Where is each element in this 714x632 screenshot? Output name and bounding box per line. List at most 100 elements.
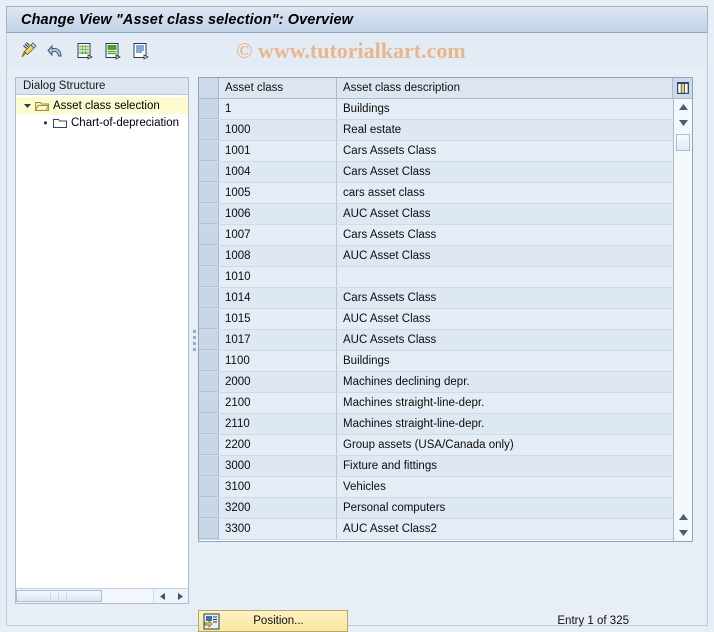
cell-asset-class[interactable]: 1100 (219, 351, 337, 371)
table-row[interactable]: 1000 Real estate (199, 120, 673, 141)
row-selector-cell[interactable] (199, 519, 219, 539)
cell-asset-class-description[interactable]: Machines straight-line-depr. (337, 414, 673, 434)
row-selector-cell[interactable] (199, 225, 219, 245)
cell-asset-class-description[interactable]: AUC Asset Class (337, 204, 673, 224)
cell-asset-class[interactable]: 3200 (219, 498, 337, 518)
edit-pencil-icon[interactable] (17, 39, 41, 63)
table-row[interactable]: 1 Buildings (199, 99, 673, 120)
table-row[interactable]: 1007 Cars Assets Class (199, 225, 673, 246)
row-selector-cell[interactable] (199, 246, 219, 266)
sidebar-scroll-left-arrow[interactable] (154, 589, 171, 603)
position-button[interactable]: Position... (198, 610, 348, 632)
panel-splitter[interactable] (190, 77, 198, 604)
table-row[interactable]: 2000 Machines declining depr. (199, 372, 673, 393)
cell-asset-class-description[interactable]: Machines declining depr. (337, 372, 673, 392)
cell-asset-class[interactable]: 1005 (219, 183, 337, 203)
select-all-column-header[interactable] (199, 78, 219, 98)
table-row[interactable]: 1006 AUC Asset Class (199, 204, 673, 225)
table-row[interactable]: 2110 Machines straight-line-depr. (199, 414, 673, 435)
cell-asset-class[interactable]: 1010 (219, 267, 337, 287)
row-selector-cell[interactable] (199, 498, 219, 518)
cell-asset-class-description[interactable]: Buildings (337, 351, 673, 371)
details-icon[interactable] (129, 39, 153, 63)
table-row[interactable]: 1015 AUC Asset Class (199, 309, 673, 330)
cell-asset-class[interactable]: 3300 (219, 519, 337, 539)
cell-asset-class-description[interactable]: Cars Assets Class (337, 288, 673, 308)
cell-asset-class-description[interactable]: AUC Assets Class (337, 330, 673, 350)
row-selector-cell[interactable] (199, 162, 219, 182)
table-row[interactable]: 2200 Group assets (USA/Canada only) (199, 435, 673, 456)
cell-asset-class-description[interactable]: AUC Asset Class (337, 246, 673, 266)
sidebar-horizontal-scrollbar[interactable]: ⋮⋮⋮ (16, 588, 188, 603)
cell-asset-class[interactable]: 1006 (219, 204, 337, 224)
table-row[interactable]: 3000 Fixture and fittings (199, 456, 673, 477)
row-selector-cell[interactable] (199, 309, 219, 329)
row-selector-cell[interactable] (199, 351, 219, 371)
row-selector-cell[interactable] (199, 393, 219, 413)
row-selector-cell[interactable] (199, 477, 219, 497)
row-selector-cell[interactable] (199, 288, 219, 308)
grid-scroll-page-up-arrow[interactable] (674, 115, 692, 131)
row-selector-cell[interactable] (199, 120, 219, 140)
cell-asset-class[interactable]: 1007 (219, 225, 337, 245)
cell-asset-class[interactable]: 1004 (219, 162, 337, 182)
cell-asset-class-description[interactable]: AUC Asset Class2 (337, 519, 673, 539)
row-selector-cell[interactable] (199, 435, 219, 455)
cell-asset-class[interactable]: 1000 (219, 120, 337, 140)
cell-asset-class-description[interactable]: cars asset class (337, 183, 673, 203)
cell-asset-class[interactable]: 3100 (219, 477, 337, 497)
new-entries-icon[interactable] (73, 39, 97, 63)
table-row[interactable]: 3100 Vehicles (199, 477, 673, 498)
table-row[interactable]: 1017 AUC Assets Class (199, 330, 673, 351)
table-row[interactable]: 1008 AUC Asset Class (199, 246, 673, 267)
row-selector-cell[interactable] (199, 414, 219, 434)
cell-asset-class-description[interactable]: Real estate (337, 120, 673, 140)
row-selector-cell[interactable] (199, 372, 219, 392)
expand-collapse-triangle-icon[interactable] (22, 101, 33, 110)
cell-asset-class-description[interactable]: Cars Assets Class (337, 141, 673, 161)
sidebar-scroll-right-arrow[interactable] (171, 589, 188, 603)
cell-asset-class-description[interactable]: Vehicles (337, 477, 673, 497)
cell-asset-class[interactable]: 2000 (219, 372, 337, 392)
cell-asset-class[interactable]: 2100 (219, 393, 337, 413)
row-selector-cell[interactable] (199, 183, 219, 203)
cell-asset-class-description[interactable]: Cars Asset Class (337, 162, 673, 182)
cell-asset-class-description[interactable]: AUC Asset Class (337, 309, 673, 329)
table-row[interactable]: 1100 Buildings (199, 351, 673, 372)
table-row[interactable]: 1004 Cars Asset Class (199, 162, 673, 183)
cell-asset-class-description[interactable]: Personal computers (337, 498, 673, 518)
cell-asset-class[interactable]: 1008 (219, 246, 337, 266)
cell-asset-class[interactable]: 1015 (219, 309, 337, 329)
grid-scroll-down-arrow[interactable] (674, 525, 692, 541)
grid-scroll-up-arrow[interactable] (674, 99, 692, 115)
row-selector-cell[interactable] (199, 99, 219, 119)
sidebar-scroll-track[interactable]: ⋮⋮⋮ (16, 589, 154, 603)
row-selector-cell[interactable] (199, 330, 219, 350)
cell-asset-class[interactable]: 2110 (219, 414, 337, 434)
table-row[interactable]: 1005 cars asset class (199, 183, 673, 204)
undo-arrow-icon[interactable] (45, 39, 69, 63)
row-selector-cell[interactable] (199, 456, 219, 476)
cell-asset-class[interactable]: 1001 (219, 141, 337, 161)
table-row[interactable]: 1001 Cars Assets Class (199, 141, 673, 162)
cell-asset-class[interactable]: 1017 (219, 330, 337, 350)
table-row[interactable]: 1014 Cars Assets Class (199, 288, 673, 309)
grid-scroll-track[interactable] (674, 151, 692, 509)
table-row[interactable]: 2100 Machines straight-line-depr. (199, 393, 673, 414)
column-header-asset-class-description[interactable]: Asset class description (337, 78, 673, 98)
table-row[interactable]: 3300 AUC Asset Class2 (199, 519, 673, 540)
column-header-asset-class[interactable]: Asset class (219, 78, 337, 98)
sidebar-item-chart-of-depreciation[interactable]: • Chart-of-depreciation (16, 114, 188, 131)
cell-asset-class-description[interactable]: Cars Assets Class (337, 225, 673, 245)
row-selector-cell[interactable] (199, 204, 219, 224)
grid-vertical-scrollbar[interactable] (673, 99, 692, 541)
copy-as-icon[interactable] (101, 39, 125, 63)
grid-scroll-thumb[interactable] (676, 134, 690, 151)
sidebar-item-asset-class-selection[interactable]: Asset class selection (16, 97, 188, 114)
sidebar-scroll-thumb[interactable]: ⋮⋮⋮ (16, 590, 102, 602)
table-row[interactable]: 1010 (199, 267, 673, 288)
cell-asset-class[interactable]: 1014 (219, 288, 337, 308)
grid-scroll-page-down-arrow[interactable] (674, 509, 692, 525)
cell-asset-class[interactable]: 3000 (219, 456, 337, 476)
cell-asset-class-description[interactable]: Fixture and fittings (337, 456, 673, 476)
